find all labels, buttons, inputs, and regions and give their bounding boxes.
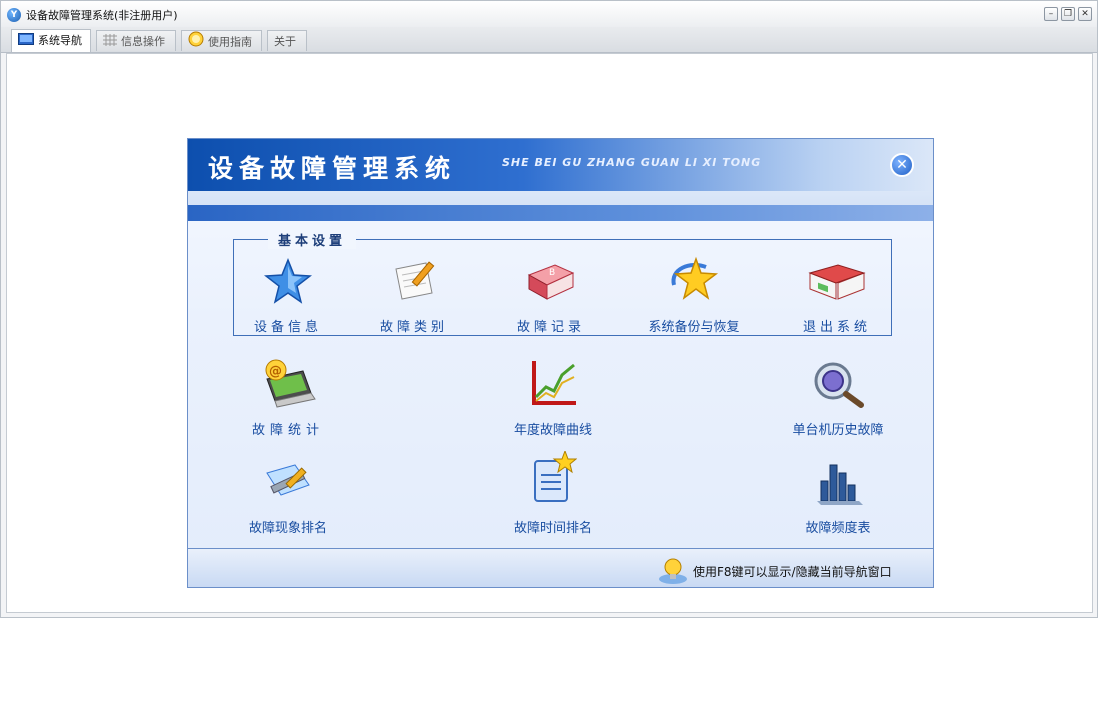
- item-label: 退出系统: [802, 320, 871, 335]
- document-star-icon: [529, 449, 578, 508]
- star-icon: [263, 257, 313, 308]
- tab-user-guide[interactable]: 使用指南: [181, 30, 262, 51]
- tab-label: 信息操作: [121, 35, 165, 48]
- item-label: 设备信息: [253, 320, 322, 335]
- panel-footer: 使用F8键可以显示/隐藏当前导航窗口: [188, 548, 933, 587]
- line-chart-icon: [528, 357, 578, 412]
- svg-text:B: B: [549, 268, 555, 278]
- bar-chart-icon: [813, 457, 863, 510]
- book-icon: B: [525, 259, 577, 306]
- app-logo-icon: Y: [7, 8, 21, 22]
- item-label: 故障统计: [251, 423, 324, 438]
- item-label: 年度故障曲线: [513, 423, 592, 438]
- exit-system-button[interactable]: 退出系统: [792, 257, 882, 337]
- magnifier-icon: [811, 359, 865, 412]
- open-book-icon: [808, 261, 866, 304]
- title-bar: Y 设备故障管理系统(非注册用户) – ❐ ✕: [1, 1, 1097, 27]
- svg-text:@: @: [269, 364, 282, 379]
- tab-label: 系统导航: [38, 34, 82, 47]
- tab-bar: 系统导航 信息操作 使用指南 关于: [1, 27, 1097, 53]
- item-label: 单台机历史故障: [792, 423, 884, 438]
- tab-label: 使用指南: [208, 35, 252, 49]
- item-label: 故障时间排名: [513, 521, 592, 536]
- item-label: 系统备份与恢复: [648, 320, 740, 335]
- star-swirl-icon: [666, 255, 722, 308]
- item-label: 故障频度表: [805, 521, 871, 536]
- tab-about[interactable]: 关于: [267, 30, 307, 51]
- grid-icon: [103, 32, 117, 53]
- single-machine-history-button[interactable]: 单台机历史故障: [778, 357, 898, 438]
- item-label: 故障现象排名: [248, 521, 327, 536]
- close-button[interactable]: ✕: [1078, 7, 1092, 21]
- group-title: 基本设置: [268, 230, 357, 249]
- smile-icon: [188, 31, 204, 54]
- panel-close-button[interactable]: ✕: [890, 153, 914, 177]
- tools-icon: [261, 459, 315, 508]
- fault-category-button[interactable]: 故障类别: [369, 257, 459, 337]
- device-info-button[interactable]: 设备信息: [243, 257, 333, 337]
- navigation-panel: 设备故障管理系统 SHE BEI GU ZHANG GUAN LI XI TON…: [187, 138, 934, 588]
- tab-info-ops[interactable]: 信息操作: [96, 30, 176, 51]
- footer-hint: 使用F8键可以显示/隐藏当前导航窗口: [693, 565, 892, 579]
- content-area: 设备故障管理系统 SHE BEI GU ZHANG GUAN LI XI TON…: [6, 53, 1093, 613]
- monitor-icon: [18, 31, 34, 52]
- tab-label: 关于: [274, 35, 296, 48]
- restore-button[interactable]: ❐: [1061, 7, 1075, 21]
- panel-subtitle: SHE BEI GU ZHANG GUAN LI XI TONG: [502, 156, 762, 169]
- panel-title: 设备故障管理系统: [208, 154, 457, 183]
- annual-fault-curve-button[interactable]: 年度故障曲线: [498, 357, 608, 438]
- main-window: Y 设备故障管理系统(非注册用户) – ❐ ✕ 系统导航 信息操作 使用指南 关…: [0, 0, 1098, 618]
- fault-time-ranking-button[interactable]: 故障时间排名: [498, 449, 608, 536]
- item-label: 故障类别: [379, 320, 448, 335]
- tab-system-nav[interactable]: 系统导航: [11, 29, 91, 52]
- laptop-at-icon: @: [259, 357, 317, 412]
- fault-record-button[interactable]: B 故障记录: [506, 257, 596, 337]
- backup-restore-button[interactable]: 系统备份与恢复: [634, 255, 754, 337]
- window-title: 设备故障管理系统(非注册用户): [26, 9, 178, 22]
- item-label: 故障记录: [516, 320, 585, 335]
- notepad-pencil-icon: [390, 259, 438, 306]
- banner-wave: [188, 205, 933, 221]
- fault-frequency-table-button[interactable]: 故障频度表: [788, 455, 888, 536]
- minimize-button[interactable]: –: [1044, 7, 1058, 21]
- lightbulb-icon: [658, 557, 688, 587]
- fault-statistics-button[interactable]: @ 故障统计: [238, 357, 338, 438]
- fault-phenomenon-ranking-button[interactable]: 故障现象排名: [238, 455, 338, 536]
